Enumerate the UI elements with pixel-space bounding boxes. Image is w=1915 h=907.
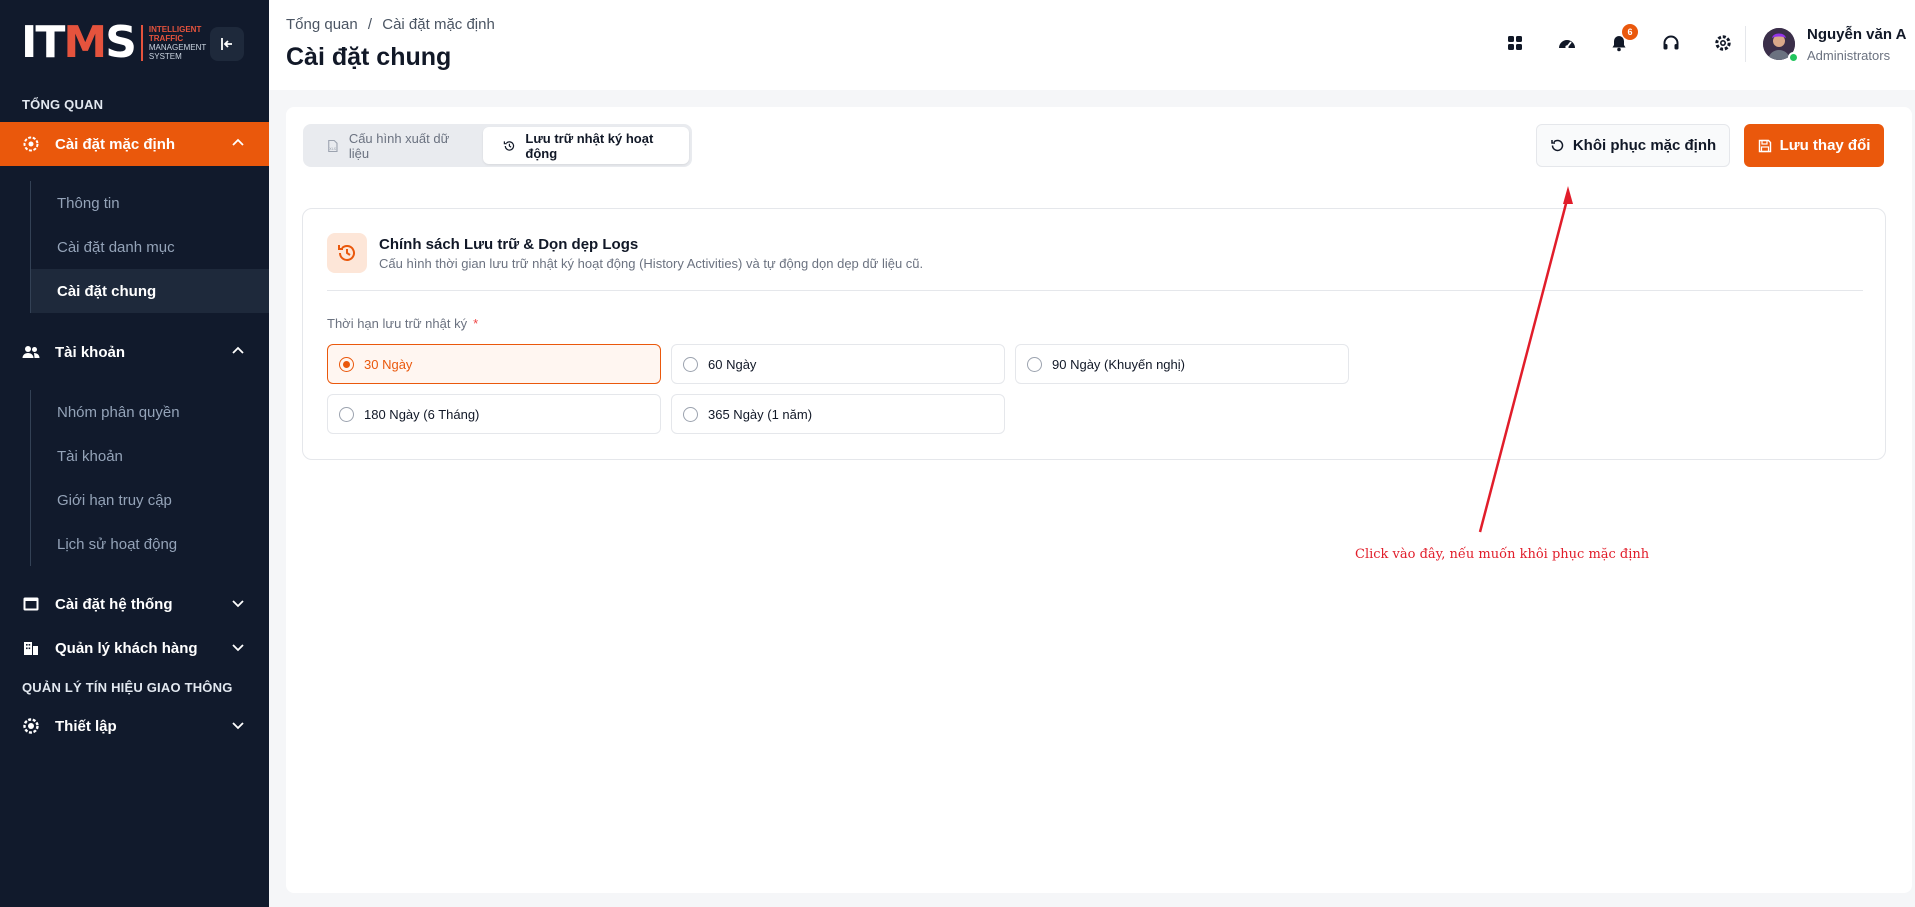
radio-60-days[interactable]: 60 Ngày [671, 344, 1005, 384]
nav-label: Thiết lập [55, 717, 117, 735]
radio-circle-icon [683, 406, 698, 422]
tab-activity-logs[interactable]: Lưu trữ nhật ký hoạt động [482, 127, 689, 164]
breadcrumb-current[interactable]: Cài đặt mặc định [382, 16, 495, 33]
chevron-up-icon [232, 138, 244, 146]
radio-90-days[interactable]: 90 Ngày (Khuyến nghị) [1015, 344, 1349, 384]
nav-account[interactable]: Tài khoản [0, 330, 269, 374]
collapse-sidebar-button[interactable] [210, 27, 244, 61]
xls-file-icon: XLS [328, 139, 338, 152]
sidebar-item-category-settings[interactable]: Cài đặt danh mục [31, 225, 269, 269]
logo-mark: ITMS [21, 17, 137, 68]
logo-subtitle: INTELLIGENT TRAFFIC MANAGEMENT SYSTEM [140, 25, 206, 61]
radio-circle-icon [339, 406, 354, 422]
headset-icon [1663, 35, 1679, 50]
breadcrumb-root[interactable]: Tổng quan [286, 16, 358, 33]
online-status-dot [1788, 52, 1799, 63]
user-role: Administrators [1807, 48, 1891, 63]
button-label: Khôi phục mặc định [1572, 137, 1717, 154]
main-content: XLS Cấu hình xuất dữ liệu Lưu trữ nhật k… [286, 107, 1912, 893]
nav-system-settings[interactable]: Cài đặt hệ thống [0, 582, 269, 626]
sidebar-item-info[interactable]: Thông tin [31, 181, 269, 225]
nav-label: Cài đặt mặc định [55, 135, 176, 153]
sidebar-item-permission-groups[interactable]: Nhóm phân quyền [31, 390, 269, 434]
logo[interactable]: ITMS INTELLIGENT TRAFFIC MANAGEMENT SYST… [21, 21, 206, 65]
history-icon [327, 233, 367, 273]
tab-label: Lưu trữ nhật ký hoạt động [525, 130, 654, 161]
nav-label: Quản lý khách hàng [55, 639, 198, 657]
nav-label: Cài đặt hệ thống [55, 595, 173, 613]
header-divider [1745, 26, 1746, 62]
nav-setup[interactable]: Thiết lập [0, 704, 269, 748]
field-label-retention: Thời hạn lưu trữ nhật ký * [327, 316, 479, 331]
history-icon [503, 140, 514, 151]
radio-365-days[interactable]: 365 Ngày (1 năm) [671, 394, 1005, 434]
rotate-ccw-icon [1551, 139, 1564, 152]
settings-button[interactable] [1710, 30, 1736, 56]
notification-badge: 6 [1622, 24, 1638, 40]
floppy-disk-icon [1758, 139, 1771, 152]
breadcrumb-separator: / [367, 16, 373, 33]
sidebar-item-activity-history[interactable]: Lịch sử hoạt động [31, 522, 269, 566]
radio-label: 30 Ngày [364, 356, 413, 372]
sidebar: ITMS INTELLIGENT TRAFFIC MANAGEMENT SYST… [0, 0, 269, 907]
button-label: Lưu thay đổi [1779, 137, 1871, 154]
chevron-up-icon [232, 346, 244, 354]
tab-export-config[interactable]: XLS Cấu hình xuất dữ liệu [306, 127, 477, 164]
gear-icon [1715, 35, 1731, 51]
gear-icon [22, 135, 40, 153]
window-icon [22, 595, 40, 613]
support-button[interactable] [1658, 30, 1684, 56]
restore-defaults-button[interactable]: Khôi phục mặc định [1536, 124, 1730, 167]
radio-label: 180 Ngày (6 Tháng) [364, 406, 480, 422]
chevron-down-icon [232, 600, 244, 608]
retention-policy-card: Chính sách Lưu trữ & Dọn dẹp Logs Cấu hì… [302, 208, 1886, 460]
chevron-down-icon [232, 644, 244, 652]
users-icon [22, 343, 40, 361]
radio-label: 60 Ngày [708, 356, 757, 372]
sidebar-item-general-settings[interactable]: Cài đặt chung [31, 269, 269, 313]
header: Tổng quan / Cài đặt mặc định Cài đặt chu… [269, 0, 1915, 90]
tab-label: Cấu hình xuất dữ liệu [348, 130, 450, 161]
apps-button[interactable] [1502, 30, 1528, 56]
radio-30-days[interactable]: 30 Ngày [327, 344, 661, 384]
collapse-left-icon [221, 38, 232, 50]
divider [327, 290, 1863, 291]
radio-label: 365 Ngày (1 năm) [708, 406, 813, 422]
sidebar-item-accounts[interactable]: Tài khoản [31, 434, 269, 478]
annotation-text: Click vào đây, nếu muốn khôi phục mặc đị… [1355, 547, 1650, 562]
nav-customer-management[interactable]: Quản lý khách hàng [0, 626, 269, 670]
subnav-default-settings: Thông tin Cài đặt danh mục Cài đặt chung [30, 181, 269, 313]
required-mark: * [473, 316, 479, 331]
notifications-button[interactable]: 6 [1606, 24, 1638, 56]
speedometer-icon [1559, 40, 1575, 49]
radio-circle-icon [683, 356, 698, 372]
card-title: Chính sách Lưu trữ & Dọn dẹp Logs [379, 236, 639, 253]
page-title: Cài đặt chung [286, 43, 452, 71]
card-description: Cấu hình thời gian lưu trữ nhật ký hoạt … [379, 256, 924, 271]
section-traffic-signal: QUẢN LÝ TÍN HIỆU GIAO THÔNG [22, 680, 233, 695]
save-changes-button[interactable]: Lưu thay đổi [1744, 124, 1884, 167]
nav-default-settings[interactable]: Cài đặt mặc định [0, 122, 269, 166]
radio-label: 90 Ngày (Khuyến nghị) [1052, 356, 1185, 372]
breadcrumb: Tổng quan / Cài đặt mặc định [286, 16, 495, 33]
radio-circle-icon [339, 356, 354, 372]
dashboard-button[interactable] [1554, 30, 1580, 56]
apps-grid-icon [1508, 36, 1522, 50]
chevron-down-icon [232, 722, 244, 730]
svg-text:XLS: XLS [329, 147, 337, 151]
tab-bar: XLS Cấu hình xuất dữ liệu Lưu trữ nhật k… [303, 124, 692, 167]
building-icon [22, 639, 40, 657]
section-overview: TỔNG QUAN [22, 97, 104, 112]
user-name[interactable]: Nguyễn văn A [1807, 26, 1906, 43]
subnav-account: Nhóm phân quyền Tài khoản Giới hạn truy … [30, 390, 269, 566]
sidebar-item-access-limits[interactable]: Giới hạn truy cập [31, 478, 269, 522]
radio-180-days[interactable]: 180 Ngày (6 Tháng) [327, 394, 661, 434]
radio-circle-icon [1027, 356, 1042, 372]
nav-label: Tài khoản [55, 343, 126, 361]
gear-icon [22, 717, 40, 735]
logo-row: ITMS INTELLIGENT TRAFFIC MANAGEMENT SYST… [0, 0, 269, 90]
